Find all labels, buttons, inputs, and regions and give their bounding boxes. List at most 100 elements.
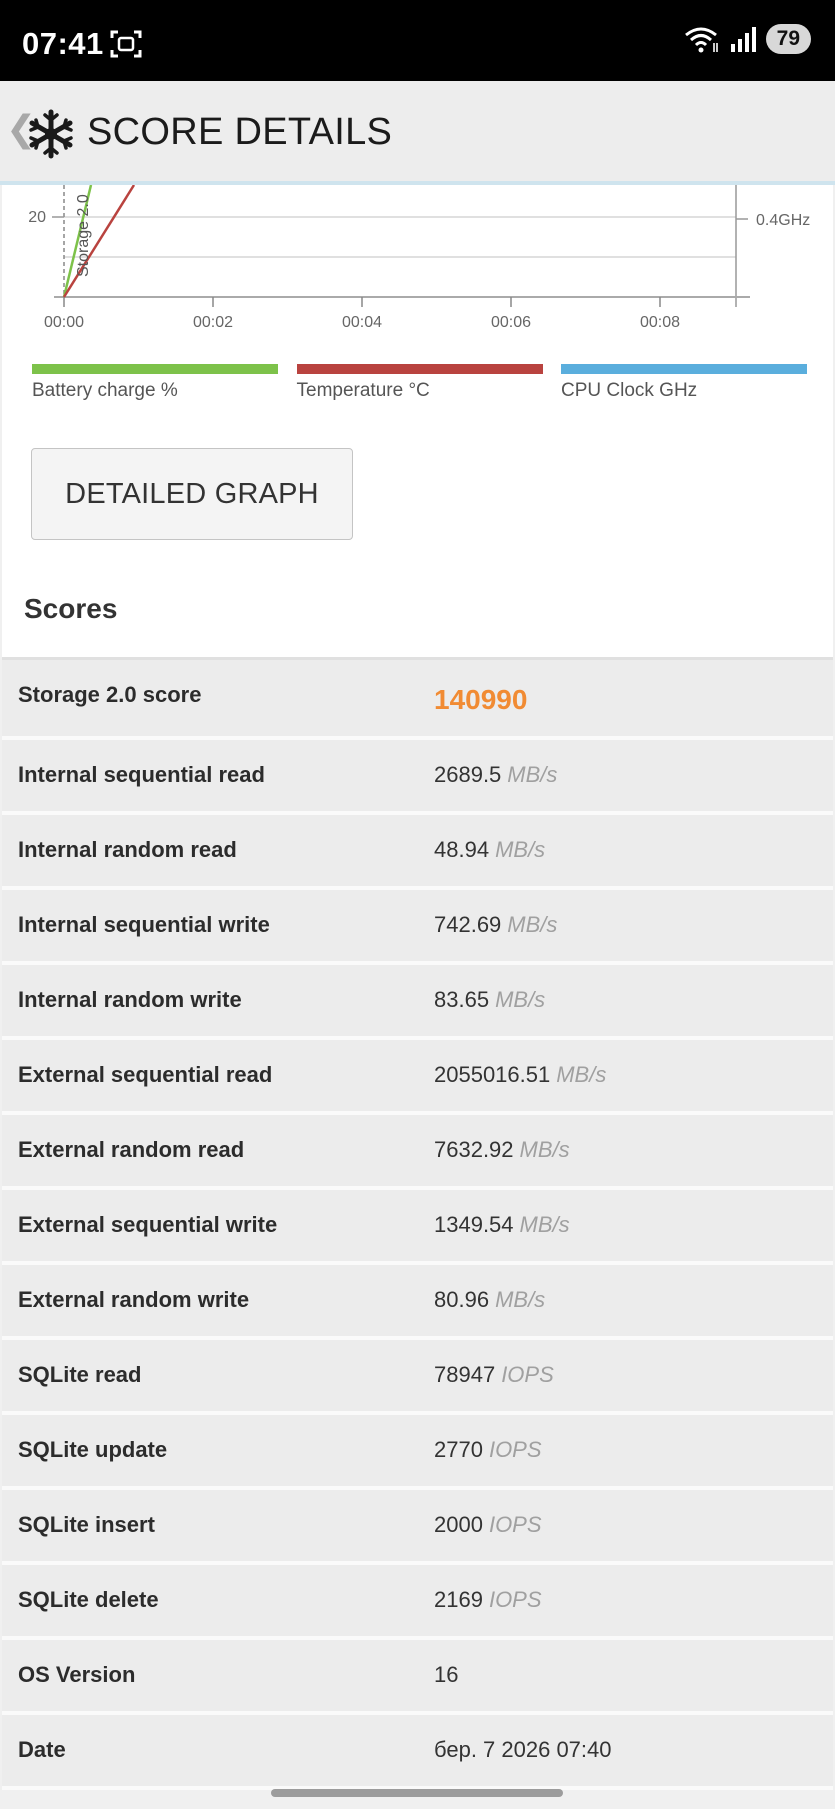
home-indicator[interactable] <box>271 1789 563 1797</box>
row-label: SQLite insert <box>18 1512 155 1537</box>
row-label: External random read <box>18 1137 245 1162</box>
legend-swatch <box>32 364 278 374</box>
table-row: External sequential write 1349.54 MB/s <box>2 1190 833 1265</box>
scores-table: Storage 2.0 score 140990 Internal sequenti… <box>2 657 833 1790</box>
legend-swatch <box>296 364 543 374</box>
table-row: OS Version 16 <box>2 1640 833 1715</box>
value-unit: IOPS <box>488 1437 542 1462</box>
value-unit: MB/s <box>495 987 546 1012</box>
score-chart: 20 0.4GHz Storage 2.0 00:00 00:02 00:04 … <box>28 185 810 331</box>
value-number: 2770 <box>434 1437 483 1462</box>
y-left-tick-label: 20 <box>28 209 46 226</box>
value-unit: MB/s <box>507 762 558 787</box>
value-unit: MB/s <box>507 912 558 937</box>
row-label: External sequential write <box>18 1212 278 1237</box>
legend-label: CPU Clock GHz <box>561 380 698 401</box>
app-header: ❮ SCORE DETAILS <box>0 81 835 185</box>
x-tick-label: 00:02 <box>193 314 233 331</box>
status-time: 07:41 <box>22 26 104 61</box>
status-indicators: 79 <box>684 24 811 54</box>
value-number: 742.69 <box>434 912 502 937</box>
row-value: 2000 IOPS <box>434 1512 542 1538</box>
table-row: External random read 7632.92 MB/s <box>2 1115 833 1190</box>
row-value: 2169 IOPS <box>434 1587 542 1613</box>
battery-icon: 79 <box>765 24 811 54</box>
x-ticks <box>63 297 661 307</box>
value-unit: MB/s <box>495 1287 546 1312</box>
table-row: SQLite insert 2000 IOPS <box>2 1490 833 1565</box>
table-row: External sequential read 2055016.51 MB/s <box>2 1040 833 1115</box>
table-row: Date бер. 7 2026 07:40 <box>2 1715 833 1790</box>
row-value: 7632.92 MB/s <box>434 1137 570 1163</box>
row-value: 78947 IOPS <box>434 1362 554 1388</box>
row-value: 83.65 MB/s <box>434 987 545 1013</box>
page-title: SCORE DETAILS <box>87 111 393 153</box>
value-unit: IOPS <box>501 1362 554 1387</box>
row-label: External sequential read <box>18 1062 273 1087</box>
row-label: SQLite delete <box>18 1587 159 1612</box>
table-row: SQLite delete 2169 IOPS <box>2 1565 833 1640</box>
table-row: Internal sequential read 2689.5 MB/s <box>2 740 833 815</box>
value-unit: MB/s <box>519 1137 570 1162</box>
row-value: 16 <box>434 1662 458 1688</box>
legend-swatch <box>561 364 807 374</box>
value-unit: MB/s <box>556 1062 607 1087</box>
value-number: 48.94 <box>434 837 490 862</box>
row-value: 2055016.51 MB/s <box>434 1062 606 1088</box>
storage-annotation: Storage 2.0 <box>75 194 92 277</box>
value-number: бер. 7 2026 07:40 <box>434 1737 612 1762</box>
row-label: Internal random read <box>18 837 237 862</box>
total-score-value: 140990 <box>434 684 527 716</box>
legend-label: Temperature °C <box>296 380 430 401</box>
table-row: Internal random read 48.94 MB/s <box>2 815 833 890</box>
scores-heading: Scores <box>24 593 118 624</box>
row-value: 2770 IOPS <box>434 1437 542 1463</box>
value-number: 16 <box>434 1662 459 1687</box>
chart-legend: Battery charge % Temperature °C CPU Cloc… <box>32 364 807 402</box>
row-label: SQLite read <box>18 1362 142 1387</box>
detailed-graph-button[interactable]: DETAILED GRAPH <box>31 448 353 540</box>
x-tick-label: 00:08 <box>640 314 680 331</box>
row-value: 1349.54 MB/s <box>434 1212 570 1238</box>
row-value: 48.94 MB/s <box>434 837 545 863</box>
value-number: 7632.92 <box>434 1137 514 1162</box>
row-label: OS Version <box>18 1662 136 1687</box>
value-number: 80.96 <box>434 1287 490 1312</box>
x-tick-label: 00:04 <box>342 314 382 331</box>
x-tick-label: 00:06 <box>491 314 531 331</box>
signal-icon <box>730 27 756 52</box>
value-unit: MB/s <box>519 1212 570 1237</box>
value-unit: IOPS <box>488 1512 542 1537</box>
table-row: Internal random write 83.65 MB/s <box>2 965 833 1040</box>
row-label: Internal sequential read <box>18 762 265 787</box>
row-value: 2689.5 MB/s <box>434 762 557 788</box>
row-label: External random write <box>18 1287 250 1312</box>
row-value: бер. 7 2026 07:40 <box>434 1737 612 1763</box>
row-label: SQLite update <box>18 1437 168 1462</box>
legend-label: Battery charge % <box>32 380 178 401</box>
table-row: Internal sequential write 742.69 MB/s <box>2 890 833 965</box>
row-label: Internal random write <box>18 987 242 1012</box>
chart-card: 20 0.4GHz Storage 2.0 00:00 00:02 00:04 … <box>2 185 833 657</box>
x-tick-label: 00:00 <box>44 314 84 331</box>
value-number: 2055016.51 <box>434 1062 551 1087</box>
value-number: 140990 <box>434 684 528 715</box>
row-value: 742.69 MB/s <box>434 912 557 938</box>
value-number: 2000 <box>434 1512 483 1537</box>
table-row: SQLite read 78947 IOPS <box>2 1340 833 1415</box>
legend-item-temperature: Temperature °C <box>296 364 543 402</box>
row-label: Internal sequential write <box>18 912 270 937</box>
screenshot-icon <box>110 30 142 58</box>
table-row: SQLite update 2770 IOPS <box>2 1415 833 1490</box>
wifi-icon <box>684 27 718 53</box>
table-row: Storage 2.0 score 140990 <box>2 660 833 740</box>
value-number: 1349.54 <box>434 1212 514 1237</box>
legend-item-cpu-clock: CPU Clock GHz <box>561 364 807 402</box>
value-number: 2689.5 <box>434 762 502 787</box>
snowflake-logo-icon <box>29 109 73 159</box>
row-label: Date <box>18 1737 66 1762</box>
value-unit: IOPS <box>488 1587 542 1612</box>
y-right-tick-label: 0.4GHz <box>756 212 810 229</box>
row-value: 80.96 MB/s <box>434 1287 545 1313</box>
table-row: External random write 80.96 MB/s <box>2 1265 833 1340</box>
